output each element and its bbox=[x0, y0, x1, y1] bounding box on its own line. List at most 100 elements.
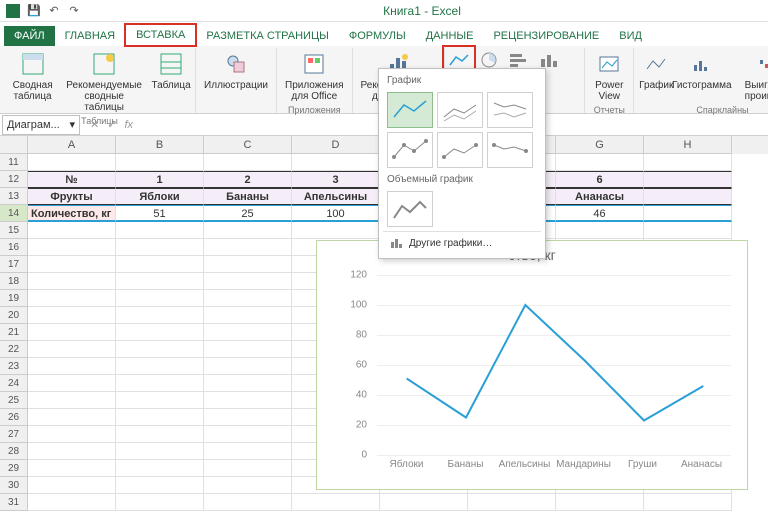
cell[interactable]: 100 bbox=[292, 205, 380, 222]
cell[interactable]: 51 bbox=[116, 205, 204, 222]
cell[interactable] bbox=[28, 239, 116, 256]
sparkline-line-button[interactable]: График bbox=[638, 48, 674, 93]
stacked-line-option[interactable] bbox=[437, 92, 483, 128]
cell[interactable] bbox=[28, 222, 116, 239]
cell[interactable] bbox=[204, 273, 292, 290]
embedded-chart[interactable]: ство, кг 020406080100120 ЯблокиБананыАпе… bbox=[316, 240, 748, 490]
cell[interactable]: № bbox=[28, 171, 116, 188]
cell[interactable]: Бананы bbox=[204, 188, 292, 205]
cell[interactable] bbox=[292, 154, 380, 171]
col-header[interactable]: B bbox=[116, 136, 204, 154]
col-header[interactable]: H bbox=[644, 136, 732, 154]
cell[interactable] bbox=[28, 256, 116, 273]
recommended-pivot-button[interactable]: Рекомендуемые сводные таблицы bbox=[59, 48, 149, 115]
line-markers-option[interactable] bbox=[387, 132, 433, 168]
cell[interactable] bbox=[204, 460, 292, 477]
cell[interactable] bbox=[116, 324, 204, 341]
tab-home[interactable]: ГЛАВНАЯ bbox=[55, 26, 125, 46]
cell[interactable] bbox=[556, 154, 644, 171]
line-chart-option[interactable] bbox=[387, 92, 433, 128]
row-header[interactable]: 14 bbox=[0, 205, 28, 222]
cell[interactable] bbox=[644, 222, 732, 239]
cell[interactable] bbox=[204, 358, 292, 375]
cell[interactable] bbox=[204, 409, 292, 426]
cell[interactable] bbox=[28, 307, 116, 324]
row-header[interactable]: 25 bbox=[0, 392, 28, 409]
sparkline-winloss-button[interactable]: Выигрыш/ проигрыш bbox=[729, 48, 768, 104]
stacked-line-markers-option[interactable] bbox=[437, 132, 483, 168]
row-header[interactable]: 21 bbox=[0, 324, 28, 341]
cell[interactable] bbox=[204, 443, 292, 460]
cell[interactable] bbox=[116, 426, 204, 443]
row-header[interactable]: 16 bbox=[0, 239, 28, 256]
select-all-corner[interactable] bbox=[0, 136, 28, 154]
cell[interactable] bbox=[116, 290, 204, 307]
cell[interactable] bbox=[204, 324, 292, 341]
cell[interactable] bbox=[28, 290, 116, 307]
fx-icon[interactable]: fx bbox=[124, 119, 133, 131]
row-header[interactable]: 23 bbox=[0, 358, 28, 375]
cell[interactable] bbox=[204, 341, 292, 358]
cell[interactable] bbox=[28, 460, 116, 477]
cell[interactable]: 3 bbox=[292, 171, 380, 188]
cell[interactable]: Яблоки bbox=[116, 188, 204, 205]
cell[interactable] bbox=[116, 273, 204, 290]
cell[interactable] bbox=[116, 154, 204, 171]
cell[interactable]: 25 bbox=[204, 205, 292, 222]
save-icon[interactable]: 💾 bbox=[26, 3, 42, 19]
tab-file[interactable]: ФАЙЛ bbox=[4, 26, 55, 46]
cell[interactable]: 1 bbox=[116, 171, 204, 188]
cell[interactable] bbox=[204, 375, 292, 392]
cell[interactable] bbox=[28, 443, 116, 460]
cell[interactable]: 2 bbox=[204, 171, 292, 188]
tab-review[interactable]: РЕЦЕНЗИРОВАНИЕ bbox=[483, 26, 609, 46]
undo-icon[interactable]: ↶ bbox=[46, 3, 62, 19]
apps-button[interactable]: Приложения для Office bbox=[281, 48, 348, 104]
cell[interactable] bbox=[116, 443, 204, 460]
row-header[interactable]: 29 bbox=[0, 460, 28, 477]
cell[interactable] bbox=[116, 392, 204, 409]
cell[interactable] bbox=[116, 222, 204, 239]
cell[interactable] bbox=[116, 477, 204, 494]
row-header[interactable]: 27 bbox=[0, 426, 28, 443]
cell[interactable] bbox=[204, 477, 292, 494]
cell[interactable] bbox=[204, 426, 292, 443]
cell[interactable] bbox=[116, 307, 204, 324]
col-header[interactable]: A bbox=[28, 136, 116, 154]
cell[interactable] bbox=[28, 154, 116, 171]
table-button[interactable]: Таблица bbox=[151, 48, 191, 93]
cell[interactable] bbox=[204, 222, 292, 239]
row-header[interactable]: 22 bbox=[0, 341, 28, 358]
cell[interactable] bbox=[644, 154, 732, 171]
row-header[interactable]: 19 bbox=[0, 290, 28, 307]
row-header[interactable]: 26 bbox=[0, 409, 28, 426]
percent-line-markers-option[interactable] bbox=[487, 132, 533, 168]
cell[interactable] bbox=[204, 290, 292, 307]
cell[interactable] bbox=[204, 239, 292, 256]
enter-icon[interactable]: ✓ bbox=[107, 118, 116, 131]
cell[interactable] bbox=[116, 341, 204, 358]
cell[interactable] bbox=[28, 358, 116, 375]
cell[interactable]: 6 bbox=[556, 171, 644, 188]
cancel-icon[interactable]: ✕ bbox=[90, 118, 99, 131]
redo-icon[interactable]: ↷ bbox=[66, 3, 82, 19]
row-header[interactable]: 13 bbox=[0, 188, 28, 205]
cell[interactable] bbox=[292, 222, 380, 239]
cell[interactable] bbox=[116, 375, 204, 392]
row-header[interactable]: 15 bbox=[0, 222, 28, 239]
cell[interactable] bbox=[28, 324, 116, 341]
cell[interactable] bbox=[116, 409, 204, 426]
col-header[interactable]: G bbox=[556, 136, 644, 154]
cell[interactable] bbox=[116, 256, 204, 273]
cell[interactable] bbox=[28, 426, 116, 443]
row-header[interactable]: 30 bbox=[0, 477, 28, 494]
percent-stacked-line-option[interactable] bbox=[487, 92, 533, 128]
cell[interactable]: Ананасы bbox=[556, 188, 644, 205]
row-header[interactable]: 24 bbox=[0, 375, 28, 392]
tab-data[interactable]: ДАННЫЕ bbox=[416, 26, 484, 46]
row-header[interactable]: 18 bbox=[0, 273, 28, 290]
cell[interactable] bbox=[204, 307, 292, 324]
cell[interactable] bbox=[204, 256, 292, 273]
tab-insert[interactable]: ВСТАВКА bbox=[125, 24, 196, 46]
cell[interactable] bbox=[204, 392, 292, 409]
